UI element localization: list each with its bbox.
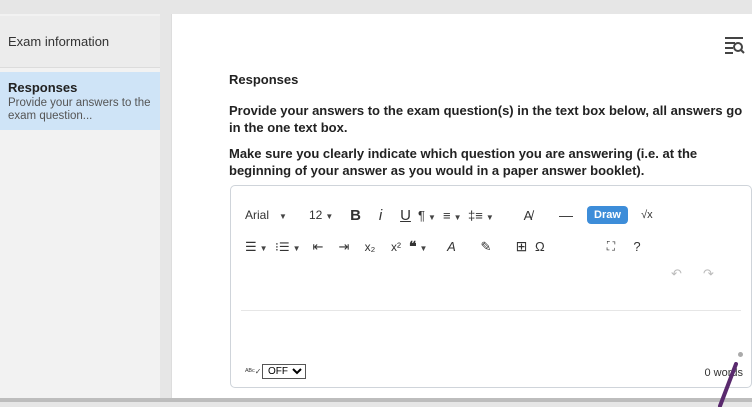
chevron-down-icon: ▼ — [485, 212, 494, 222]
table-button[interactable]: ⊞ — [508, 238, 535, 255]
underline-button[interactable]: U — [393, 207, 418, 224]
page-title: Responses — [229, 72, 299, 87]
quote-select[interactable]: ❝ ▼ — [409, 238, 439, 255]
font-size-select[interactable]: 12 ▼ — [309, 208, 343, 222]
main-panel: Responses Provide your answers to the ex… — [171, 14, 752, 402]
align-select[interactable]: ≡ ▼ — [443, 208, 468, 223]
font-color-button[interactable]: A — [439, 239, 464, 254]
fullscreen-button[interactable]: ⛶ — [595, 239, 627, 254]
editor-toolbar-row: ☰ ▼ ⁝☰ ▼ ⇤ ⇥ x₂ x² ❝ ▼ A ✎ ⊞ Ω ⛶ ? — [245, 238, 647, 255]
chevron-down-icon: ▼ — [279, 212, 287, 221]
italic-button[interactable]: i — [368, 207, 393, 224]
bullet-list-button[interactable]: ☰ ▼ — [245, 239, 275, 255]
sidebar-item-exam-information[interactable]: Exam information — [0, 16, 160, 68]
sidebar: Exam information Responses Provide your … — [0, 14, 160, 402]
bold-button[interactable]: B — [343, 207, 368, 224]
sidebar-item-label: Exam information — [8, 34, 110, 49]
spellcheck-select[interactable]: OFF ON — [262, 364, 306, 379]
special-character-button[interactable]: Ω — [535, 239, 595, 254]
help-button[interactable]: ? — [627, 239, 647, 254]
instruction-text: Provide your answers to the exam questio… — [229, 103, 743, 135]
horizontal-line-button[interactable]: — — [551, 207, 581, 223]
chevron-down-icon: ▼ — [427, 212, 436, 222]
subscript-button[interactable]: x₂ — [357, 240, 383, 254]
chevron-down-icon: ▼ — [259, 243, 268, 253]
chevron-down-icon: ▼ — [453, 212, 462, 222]
paragraph-format-select[interactable]: ¶ ▼ — [418, 208, 443, 223]
highlight-button[interactable]: ✎ — [464, 239, 508, 255]
outdent-button[interactable]: ⇤ — [305, 239, 331, 255]
indent-button[interactable]: ⇥ — [331, 239, 357, 255]
math-button[interactable]: √x — [632, 209, 662, 221]
undo-icon[interactable]: ↶ — [671, 266, 682, 282]
draw-button[interactable]: Draw — [587, 206, 628, 224]
bottom-divider — [0, 398, 752, 402]
sidebar-item-sublabel: Provide your answers to the exam questio… — [8, 97, 151, 122]
chevron-down-icon: ▼ — [292, 243, 301, 253]
chevron-down-icon: ▼ — [325, 212, 334, 221]
answer-text-area[interactable] — [241, 312, 741, 362]
word-count: 0 words — [704, 367, 743, 379]
toolbar-divider — [241, 310, 741, 311]
sidebar-item-responses[interactable]: Responses Provide your answers to the ex… — [0, 72, 160, 130]
spellcheck-icon: ᴬᴮᶜ✓ — [245, 367, 262, 376]
resize-handle[interactable] — [738, 352, 743, 357]
line-height-select[interactable]: ‡≡ ▼ — [468, 208, 505, 223]
numbered-list-button[interactable]: ⁝☰ ▼ — [275, 240, 305, 254]
clear-format-button[interactable]: A̸ — [505, 208, 551, 223]
chevron-down-icon: ▼ — [419, 244, 428, 253]
answer-editor: Arial ▼ 12 ▼ B i U ¶ ▼ ≡ ▼ ‡≡ ▼ A̸ — Draw √x … — [230, 185, 752, 388]
editor-toolbar-row: Arial ▼ 12 ▼ B i U ¶ ▼ ≡ ▼ ‡≡ ▼ A̸ — Draw √x — [245, 206, 662, 224]
font-family-select[interactable]: Arial ▼ — [245, 208, 309, 222]
instruction-text: Make sure you clearly indicate which que… — [229, 146, 698, 178]
redo-icon[interactable]: ↷ — [703, 266, 714, 282]
sidebar-item-label: Responses — [8, 80, 78, 95]
superscript-button[interactable]: x² — [383, 240, 409, 254]
find-toggle-icon[interactable] — [723, 34, 745, 56]
